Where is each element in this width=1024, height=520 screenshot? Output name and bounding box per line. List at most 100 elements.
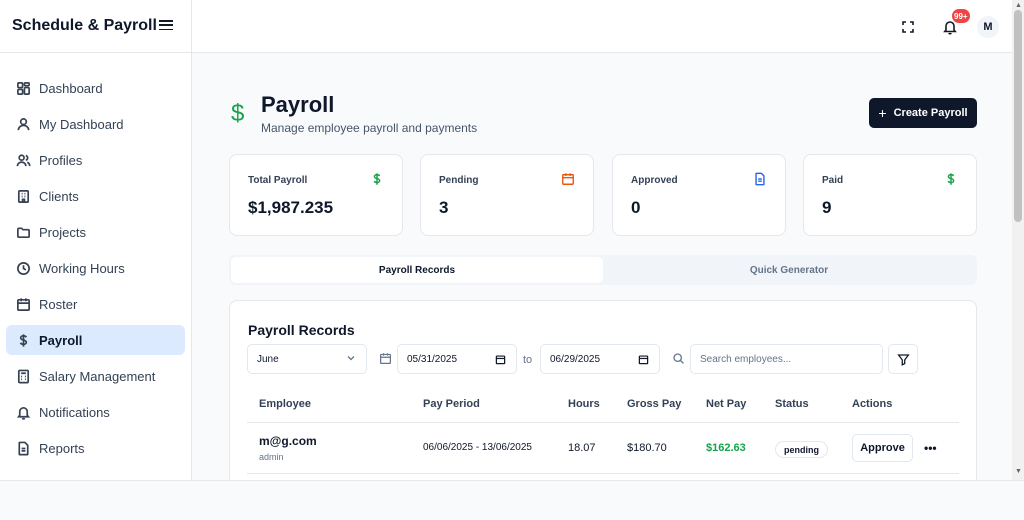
sidebar-item-payroll[interactable]: Payroll <box>6 325 185 355</box>
create-payroll-label: Create Payroll <box>893 107 968 119</box>
date-to-value: 06/29/2025 <box>550 353 601 365</box>
folder-icon <box>15 224 31 240</box>
sidebar-item-label: Reports <box>39 440 85 456</box>
filter-icon <box>896 353 910 366</box>
approve-button[interactable]: Approve <box>852 434 913 462</box>
sidebar-item-clients[interactable]: Clients <box>6 181 185 211</box>
date-to-input[interactable]: 06/29/2025 <box>540 344 660 374</box>
filter-button[interactable] <box>888 344 918 374</box>
month-select-value: June <box>257 353 279 365</box>
clock-icon <box>15 260 31 276</box>
plus-icon: + <box>878 105 887 121</box>
tab-quick-generator[interactable]: Quick Generator <box>603 257 975 283</box>
stat-value: $1,987.235 <box>248 198 334 217</box>
date-picker-icon[interactable] <box>638 354 649 365</box>
sidebar-item-label: Profiles <box>39 152 83 168</box>
net-pay: $162.63 <box>706 442 746 454</box>
user-avatar[interactable]: M <box>977 16 999 38</box>
sidebar-item-label: Dashboard <box>39 80 103 96</box>
sidebar-item-label: Salary Management <box>39 368 156 384</box>
sidebar-item-roster[interactable]: Roster <box>6 289 185 319</box>
stat-card-paid: Paid 9 <box>803 154 977 236</box>
fullscreen-icon[interactable] <box>900 19 916 35</box>
sidebar-nav: Dashboard My Dashboard Profiles Clients … <box>6 73 185 469</box>
stat-card-approved: Approved 0 <box>612 154 786 236</box>
scroll-down-arrow-icon[interactable]: ▼ <box>1015 468 1022 475</box>
scroll-up-arrow-icon[interactable]: ▲ <box>1015 2 1022 9</box>
document-icon <box>755 172 765 186</box>
column-header-actions: Actions <box>852 398 893 410</box>
building-icon <box>15 188 31 204</box>
column-header-gross-pay: Gross Pay <box>627 398 682 410</box>
calendar-icon <box>562 173 574 185</box>
dashboard-grid-icon <box>15 80 31 96</box>
stat-value: 0 <box>631 198 641 217</box>
date-picker-icon[interactable] <box>495 354 506 365</box>
sidebar-item-reports[interactable]: Reports <box>6 433 185 463</box>
search-employees-input[interactable]: Search employees... <box>690 344 883 374</box>
menu-toggle-icon[interactable] <box>159 18 173 32</box>
calendar-icon <box>380 353 391 364</box>
stat-value: 9 <box>822 198 832 217</box>
to-label: to <box>523 354 533 366</box>
sidebar: Schedule & Payroll Dashboard My Dashboar… <box>0 0 192 480</box>
sidebar-item-my-dashboard[interactable]: My Dashboard <box>6 109 185 139</box>
create-payroll-button[interactable]: + Create Payroll <box>869 98 977 128</box>
table-header-divider <box>247 422 959 423</box>
app-title: Schedule & Payroll <box>12 17 157 34</box>
stat-label: Paid <box>822 175 844 186</box>
gross-pay: $180.70 <box>627 442 667 454</box>
sidebar-item-salary-management[interactable]: Salary Management <box>6 361 185 391</box>
hours: 18.07 <box>568 442 596 454</box>
sidebar-item-label: Roster <box>39 296 78 312</box>
search-placeholder: Search employees... <box>700 353 792 365</box>
column-header-hours: Hours <box>568 398 600 410</box>
users-icon <box>15 152 31 168</box>
chevron-down-icon <box>347 356 355 361</box>
stat-value: 3 <box>439 198 449 217</box>
sidebar-item-label: Notifications <box>39 404 110 420</box>
more-actions-icon[interactable]: ••• <box>924 441 937 455</box>
payroll-records-card: Payroll Records June 05/31/2025 to 06/29… <box>229 300 977 490</box>
column-header-employee: Employee <box>259 398 311 410</box>
sidebar-item-projects[interactable]: Projects <box>6 217 185 247</box>
stat-card-pending: Pending 3 <box>420 154 594 236</box>
stat-label: Pending <box>439 175 479 186</box>
sidebar-item-working-hours[interactable]: Working Hours <box>6 253 185 283</box>
payroll-tabs: Payroll Records Quick Generator <box>229 255 977 285</box>
sidebar-item-profiles[interactable]: Profiles <box>6 145 185 175</box>
vertical-scrollbar[interactable]: ▲ ▼ <box>1012 0 1024 480</box>
user-icon <box>15 116 31 132</box>
app: Schedule & Payroll Dashboard My Dashboar… <box>0 0 1024 520</box>
calculator-icon <box>15 368 31 384</box>
stat-label: Approved <box>631 175 678 186</box>
sidebar-item-label: Projects <box>39 224 86 240</box>
table-row-divider <box>247 473 959 474</box>
calendar-icon <box>15 296 31 312</box>
page-subtitle: Manage employee payroll and payments <box>261 121 478 135</box>
search-icon <box>673 353 684 364</box>
status-badge: pending <box>775 441 828 458</box>
column-header-pay-period: Pay Period <box>423 398 480 410</box>
sidebar-item-label: Clients <box>39 188 79 204</box>
column-header-status: Status <box>775 398 809 410</box>
records-title: Payroll Records <box>248 322 355 338</box>
scrollbar-thumb[interactable] <box>1014 10 1022 222</box>
sidebar-item-notifications[interactable]: Notifications <box>6 397 185 427</box>
month-select[interactable]: June <box>247 344 367 374</box>
topbar: 99+ M <box>192 0 1012 53</box>
employee-role: admin <box>259 452 284 462</box>
stat-label: Total Payroll <box>248 175 308 186</box>
employee-email: m@g.com <box>259 434 317 448</box>
dollar-icon <box>947 173 955 185</box>
page-title: Payroll <box>261 92 335 117</box>
sidebar-item-label: My Dashboard <box>39 116 124 132</box>
sidebar-item-label: Payroll <box>39 332 83 348</box>
tab-payroll-records[interactable]: Payroll Records <box>231 257 603 283</box>
bell-icon <box>15 404 31 420</box>
stat-card-total-payroll: Total Payroll $1,987.235 <box>229 154 403 236</box>
sidebar-item-dashboard[interactable]: Dashboard <box>6 73 185 103</box>
column-header-net-pay: Net Pay <box>706 398 747 410</box>
notification-badge: 99+ <box>952 9 970 23</box>
date-from-input[interactable]: 05/31/2025 <box>397 344 517 374</box>
